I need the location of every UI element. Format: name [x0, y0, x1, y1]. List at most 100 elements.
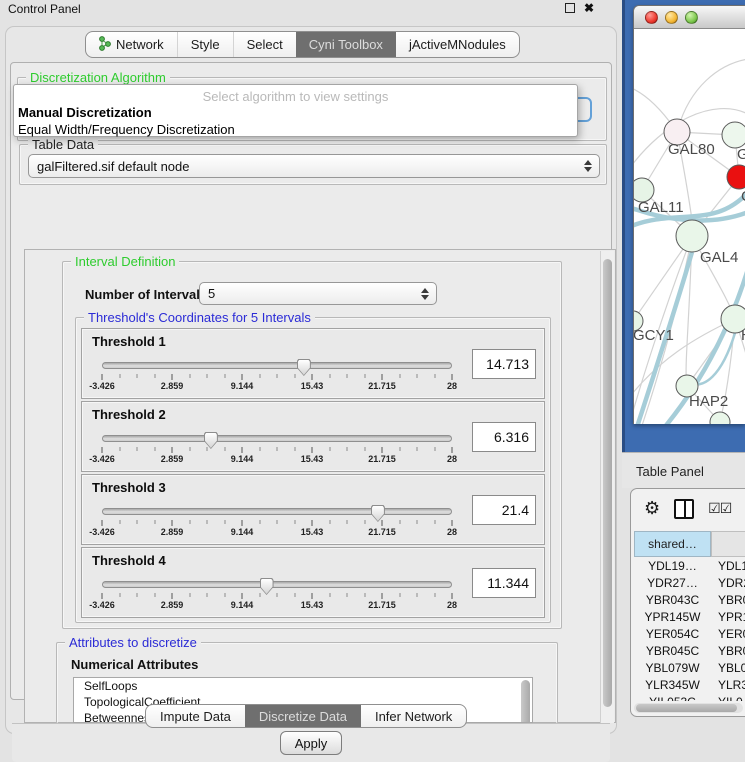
- table-row[interactable]: YBL079WYBL0: [634, 661, 745, 678]
- table-data-combo[interactable]: galFiltered.sif default node: [28, 154, 600, 178]
- float-window-icon[interactable]: [565, 3, 575, 13]
- network-node-label: GCY1: [634, 327, 674, 344]
- network-node-label: GAL4: [700, 249, 738, 266]
- checkbox-icons[interactable]: ☑☑: [708, 501, 731, 517]
- tab-style[interactable]: Style: [177, 32, 233, 57]
- threshold-label: Threshold 3: [92, 480, 166, 495]
- cell-name: YER0: [711, 627, 745, 644]
- close-icon[interactable]: ✖: [584, 3, 594, 13]
- table-header-row: shared… na: [634, 531, 745, 557]
- combo-spinner-icon: [421, 288, 429, 300]
- table-rows: YDL19…YDL1YDR27…YDR2YBR043CYBR0YPR145WYP…: [634, 559, 745, 701]
- settings-scroll-region: Interval Definition Number of Intervals …: [24, 249, 616, 723]
- gear-icon[interactable]: ⚙: [644, 500, 660, 518]
- network-node-label-partial: G: [737, 146, 745, 163]
- zoom-traffic-light[interactable]: [685, 11, 698, 24]
- algorithm-option-equal-width[interactable]: Equal Width/Frequency Discretization: [14, 121, 577, 138]
- tab-network-label: Network: [116, 37, 164, 52]
- tab-jactivemnodules[interactable]: jActiveMNodules: [396, 32, 519, 57]
- threshold-slider[interactable]: [102, 508, 452, 515]
- numerical-attributes-label: Numerical Attributes: [71, 657, 198, 672]
- attribute-list-item[interactable]: SelfLoops: [74, 678, 532, 694]
- table-row[interactable]: YPR145WYPR1: [634, 610, 745, 627]
- table-row[interactable]: YBR043CYBR0: [634, 593, 745, 610]
- tab-cyni-toolbox[interactable]: Cyni Toolbox: [296, 32, 396, 57]
- network-edge[interactable]: [677, 59, 745, 132]
- apply-button[interactable]: Apply: [280, 731, 342, 755]
- network-node[interactable]: [676, 220, 708, 252]
- table-panel-header: Table Panel: [622, 452, 745, 488]
- network-node-label: HAP2: [689, 393, 728, 410]
- table-row[interactable]: YIL053CYIL0: [634, 695, 745, 701]
- threshold-panel: Threshold 3 -3.4262.8599.14415.4321.71528…: [81, 474, 545, 545]
- horizontal-scrollbar[interactable]: [634, 703, 743, 713]
- tab-network[interactable]: Network: [86, 32, 177, 57]
- algorithm-option-manual[interactable]: Manual Discretization: [14, 104, 577, 121]
- table-row[interactable]: YDL19…YDL1: [634, 559, 745, 576]
- slider-tick-labels: -3.4262.8599.14415.4321.71528: [102, 527, 452, 539]
- cell-shared-name: YBR045C: [634, 644, 711, 661]
- cell-name: YDL1: [711, 559, 745, 576]
- cell-shared-name: YBL079W: [634, 661, 711, 678]
- table-data-group: Table Data galFiltered.sif default node: [19, 144, 607, 185]
- table-row[interactable]: YDR27…YDR2: [634, 576, 745, 593]
- column-header-name[interactable]: na: [711, 531, 745, 557]
- vertical-scrollbar[interactable]: [600, 251, 614, 723]
- table-row[interactable]: YLR345WYLR3: [634, 678, 745, 695]
- cell-shared-name: YLR345W: [634, 678, 711, 695]
- network-node[interactable]: [727, 165, 745, 189]
- table-row[interactable]: YBR045CYBR0: [634, 644, 745, 661]
- split-columns-icon[interactable]: [674, 499, 694, 519]
- threshold-value-field[interactable]: 14.713: [472, 349, 536, 379]
- network-node[interactable]: [722, 122, 745, 148]
- thresholds-group-label: Threshold's Coordinates for 5 Intervals: [84, 310, 315, 325]
- threshold-value-field[interactable]: 11.344: [472, 568, 536, 598]
- algorithm-hint: Select algorithm to view settings: [14, 85, 577, 104]
- threshold-slider[interactable]: [102, 435, 452, 442]
- tab-discretize-data[interactable]: Discretize Data: [245, 705, 361, 727]
- cell-name: YBL0: [711, 661, 745, 678]
- algorithm-dropdown-popup: Select algorithm to view settings Manual…: [13, 84, 578, 137]
- apply-strip: Apply: [12, 723, 610, 762]
- cell-name: YIL0: [711, 695, 745, 701]
- list-scrollbar[interactable]: [521, 680, 530, 723]
- table-data-group-label: Table Data: [28, 137, 98, 152]
- minimize-traffic-light[interactable]: [665, 11, 678, 24]
- threshold-slider[interactable]: [102, 581, 452, 588]
- horizontal-scrollbar-thumb[interactable]: [636, 704, 737, 712]
- threshold-value-field[interactable]: 6.316: [472, 422, 536, 452]
- slider-ticks: [102, 447, 452, 453]
- network-canvas[interactable]: GAL80GAL11GAL4GCY1HHAP2GC: [634, 29, 745, 424]
- interval-definition-group: Interval Definition Number of Intervals …: [62, 261, 562, 629]
- cell-name: YBR0: [711, 644, 745, 661]
- cell-shared-name: YBR043C: [634, 593, 711, 610]
- slider-ticks: [102, 593, 452, 599]
- tab-infer-network[interactable]: Infer Network: [361, 705, 466, 727]
- vertical-scrollbar-thumb[interactable]: [603, 259, 612, 707]
- threshold-panel: Threshold 4-3.4262.8599.14415.4321.71528…: [81, 547, 545, 618]
- threshold-slider[interactable]: [102, 362, 452, 369]
- network-node-label: H: [741, 327, 745, 344]
- network-view-window: GAL80GAL11GAL4GCY1HHAP2GC: [633, 5, 745, 424]
- threshold-list: Threshold 1-3.4262.8599.14415.4321.71528…: [76, 328, 545, 620]
- threshold-value-field[interactable]: 21.4: [472, 495, 536, 525]
- network-node-label: GAL80: [668, 141, 715, 158]
- top-tab-bar: Network Style Select Cyni Toolbox jActiv…: [85, 31, 520, 58]
- tab-impute-data[interactable]: Impute Data: [146, 705, 245, 727]
- number-of-intervals-combo[interactable]: 5: [199, 282, 437, 305]
- control-panel-title: Control Panel: [8, 2, 81, 16]
- attributes-group-label: Attributes to discretize: [65, 635, 201, 650]
- column-header-shared-name[interactable]: shared…: [634, 531, 711, 557]
- table-row[interactable]: YER054CYER0: [634, 627, 745, 644]
- threshold-label: Threshold 4: [92, 553, 166, 568]
- cell-name: YPR1: [711, 610, 745, 627]
- table-data-combo-value: galFiltered.sif default node: [37, 159, 189, 174]
- cell-shared-name: YIL053C: [634, 695, 711, 701]
- table-panel-title: Table Panel: [636, 464, 704, 479]
- tab-select[interactable]: Select: [233, 32, 296, 57]
- network-window-titlebar[interactable]: [634, 6, 745, 29]
- close-traffic-light[interactable]: [645, 11, 658, 24]
- cell-shared-name: YDR27…: [634, 576, 711, 593]
- cell-shared-name: YPR145W: [634, 610, 711, 627]
- number-of-intervals-label: Number of Intervals: [85, 287, 207, 302]
